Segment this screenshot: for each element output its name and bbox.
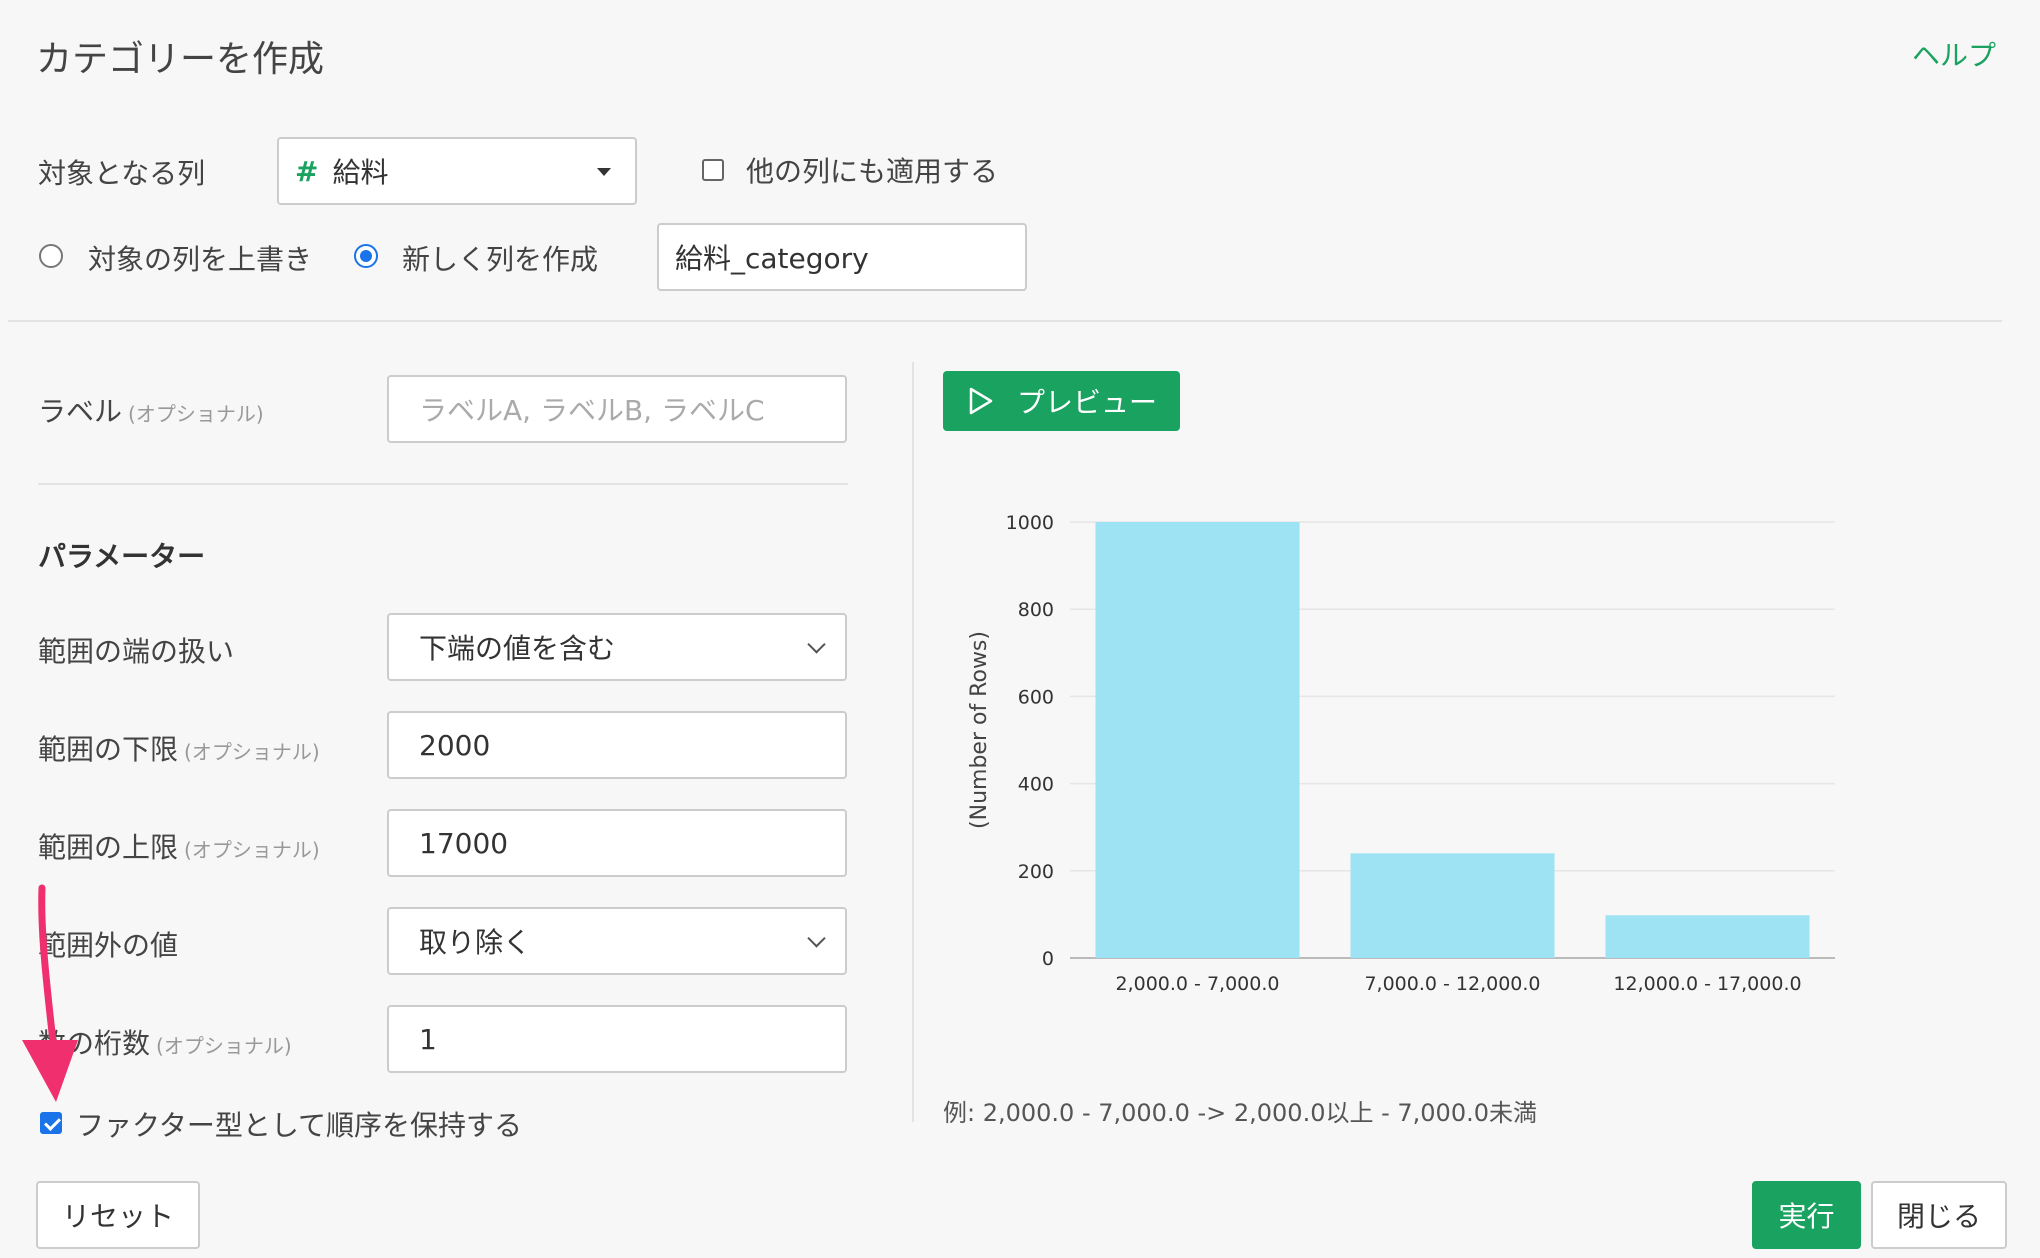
range-edge-value: 下端の値を含む — [419, 632, 616, 665]
new-column-name-value: 給料_category — [675, 242, 869, 275]
factor-checkbox[interactable] — [40, 1112, 62, 1134]
apply-other-checkbox[interactable] — [702, 159, 724, 181]
run-button[interactable]: 実行 — [1752, 1181, 1861, 1249]
new-column-label: 新しく列を作成 — [402, 243, 599, 276]
lower-limit-value: 2000 — [419, 728, 491, 762]
outside-values-value: 取り除く — [419, 926, 532, 959]
params-title: パラメーター — [38, 540, 206, 573]
panel-divider — [912, 362, 914, 1122]
overwrite-label: 対象の列を上書き — [88, 243, 313, 276]
overwrite-radio[interactable] — [39, 244, 63, 268]
number-type-icon: # — [295, 154, 319, 188]
target-column-value: 給料 — [332, 156, 389, 189]
digits-value: 1 — [419, 1022, 437, 1056]
y-tick-label: 400 — [1018, 774, 1054, 796]
new-column-radio[interactable] — [354, 244, 378, 268]
optional-tag: (オプショナル) — [184, 740, 320, 764]
upper-limit-input[interactable]: 17000 — [387, 809, 847, 877]
optional-tag: (オプショナル) — [128, 402, 264, 426]
y-axis-label: (Number of Rows) — [967, 631, 992, 829]
range-edge-label: 範囲の端の扱い — [38, 635, 235, 668]
bar — [1605, 915, 1810, 958]
range-edge-select[interactable]: 下端の値を含む — [387, 613, 847, 681]
lower-limit-input[interactable]: 2000 — [387, 711, 847, 779]
close-button[interactable]: 閉じる — [1871, 1181, 2007, 1249]
histogram-chart: 0 200 400 600 800 1000 2,000.0 - 7,000.0 7,000… — [967, 512, 1835, 995]
target-column-label: 対象となる列 — [38, 157, 206, 190]
help-link[interactable]: ヘルプ — [1912, 34, 1996, 74]
digits-input[interactable]: 1 — [387, 1005, 847, 1073]
upper-limit-value: 17000 — [419, 826, 509, 860]
chart-y-ticks: 0 200 400 600 800 1000 — [1006, 512, 1054, 970]
label-input-placeholder: ラベルA, ラベルB, ラベルC — [419, 394, 765, 427]
play-icon — [969, 387, 993, 415]
label-field-text: ラベル — [38, 395, 123, 428]
lower-limit-text: 範囲の下限 — [38, 733, 179, 766]
chart-x-ticks: 2,000.0 - 7,000.0 7,000.0 - 12,000.0 12,00… — [1116, 973, 1802, 995]
bar — [1350, 853, 1555, 958]
label-field-label: ラベル (オプショナル) — [38, 390, 264, 430]
y-tick-label: 1000 — [1006, 512, 1054, 534]
x-tick-label: 7,000.0 - 12,000.0 — [1364, 973, 1540, 995]
divider — [8, 320, 2002, 322]
optional-tag: (オプショナル) — [156, 1034, 292, 1058]
dialog-title: カテゴリーを作成 — [36, 39, 325, 80]
new-column-name-input[interactable]: 給料_category — [657, 223, 1027, 291]
apply-other-label: 他の列にも適用する — [746, 155, 999, 188]
y-tick-label: 600 — [1018, 686, 1054, 708]
target-column-select[interactable]: # 給料 — [277, 137, 637, 205]
y-tick-label: 200 — [1018, 861, 1054, 883]
lower-limit-label: 範囲の下限 (オプショナル) — [38, 728, 320, 768]
example-note: 例: 2,000.0 - 7,000.0 -> 2,000.0以上 - 7,00… — [943, 1099, 1537, 1127]
annotation-arrow-icon — [22, 884, 78, 1102]
factor-label: ファクター型として順序を保持する — [76, 1109, 523, 1142]
divider — [38, 483, 848, 485]
reset-button[interactable]: リセット — [36, 1181, 200, 1249]
preview-button[interactable]: プレビュー — [943, 371, 1180, 431]
upper-limit-label: 範囲の上限 (オプショナル) — [38, 826, 320, 866]
chart-bars — [1095, 522, 1810, 958]
outside-values-select[interactable]: 取り除く — [387, 907, 847, 975]
chevron-down-icon — [807, 635, 826, 654]
chevron-down-icon — [807, 929, 826, 948]
x-tick-label: 2,000.0 - 7,000.0 — [1116, 973, 1280, 995]
upper-limit-text: 範囲の上限 — [38, 831, 179, 864]
optional-tag: (オプショナル) — [184, 838, 320, 862]
x-tick-label: 12,000.0 - 17,000.0 — [1613, 973, 1801, 995]
label-input[interactable]: ラベルA, ラベルB, ラベルC — [387, 375, 847, 443]
y-tick-label: 0 — [1042, 948, 1054, 970]
preview-button-label: プレビュー — [1017, 386, 1158, 419]
bar — [1095, 522, 1300, 958]
y-tick-label: 800 — [1018, 599, 1054, 621]
caret-down-icon — [597, 168, 611, 176]
